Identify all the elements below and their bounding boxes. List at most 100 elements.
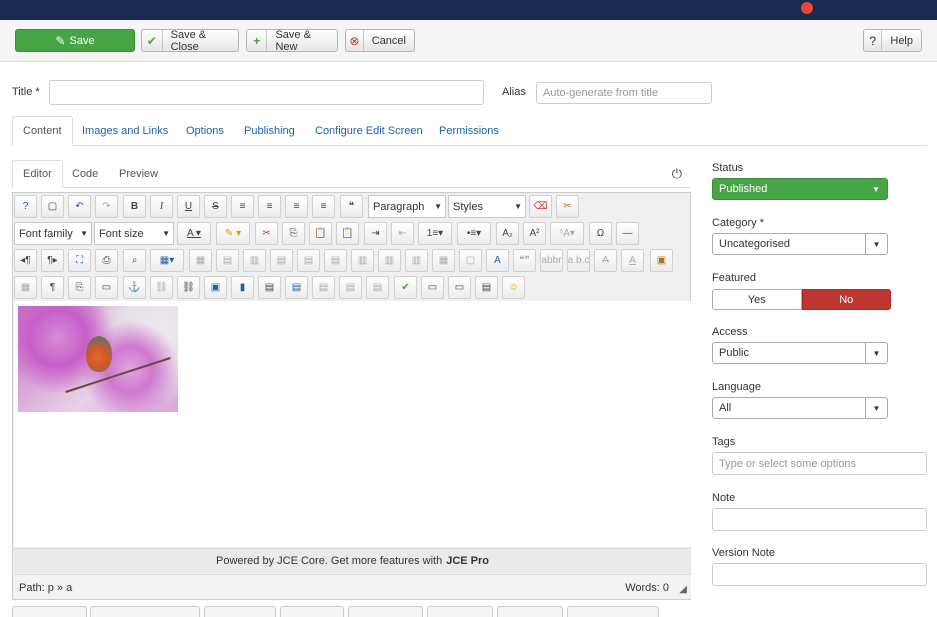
strikethrough-icon[interactable]: S (204, 195, 227, 218)
special-char-icon[interactable]: Ω (589, 222, 612, 245)
indent-icon[interactable]: ⇥ (364, 222, 387, 245)
category-select[interactable]: Uncategorised ▼ (712, 233, 888, 255)
horizontal-rule-icon[interactable]: — (616, 222, 639, 245)
attributes-icon[interactable]: ▣ (650, 249, 673, 272)
access-select[interactable]: Public ▼ (712, 342, 888, 364)
save-new-button[interactable]: + Save & New (246, 29, 338, 53)
blockquote-icon[interactable]: ❝ (340, 195, 363, 218)
language-select[interactable]: All ▼ (712, 397, 888, 419)
file-manager-icon[interactable]: ▤ (258, 276, 281, 299)
print-icon[interactable]: ⎙ (95, 249, 118, 272)
form-field-icon[interactable]: ▭ (421, 276, 444, 299)
editor-tab-preview[interactable]: Preview (109, 160, 168, 188)
tab-configure-edit-screen[interactable]: Configure Edit Screen (305, 116, 433, 146)
split-cells-icon[interactable]: ▦ (432, 249, 455, 272)
align-justify-icon[interactable]: ≡ (231, 195, 254, 218)
superscript-icon[interactable]: A² (523, 222, 546, 245)
table-props-icon[interactable]: ▦ (189, 249, 212, 272)
insert-text-icon[interactable]: A (621, 249, 644, 272)
note-input[interactable] (712, 508, 927, 531)
format-select[interactable]: Paragraph ▼ (368, 195, 446, 218)
highlight-icon[interactable]: ✎ ▾ (216, 222, 250, 245)
styles-select[interactable]: Styles ▼ (448, 195, 526, 218)
editor-tab-editor[interactable]: Editor (12, 160, 63, 188)
paste-text-icon[interactable]: 📋 (336, 222, 359, 245)
help-icon[interactable]: ? (14, 195, 37, 218)
rtl-icon[interactable]: ◂¶ (14, 249, 37, 272)
outdent-icon[interactable]: ⇤ (391, 222, 414, 245)
pagebreak-icon[interactable]: ▤ (366, 276, 389, 299)
delete-text-icon[interactable]: A (594, 249, 617, 272)
row-before-icon[interactable]: ▤ (270, 249, 293, 272)
copy-icon[interactable]: ⎘ (282, 222, 305, 245)
save-close-button[interactable]: ✔ Save & Close (141, 29, 239, 53)
save-button[interactable]: ✎ Save (15, 29, 135, 52)
fullscreen-icon[interactable]: ⛶ (68, 249, 91, 272)
editor-tab-code[interactable]: Code (62, 160, 108, 188)
visual-aid-icon[interactable]: ▦ (14, 276, 37, 299)
abbr-icon[interactable]: abbr (540, 249, 563, 272)
resize-grip-icon[interactable]: ◢ (679, 584, 687, 595)
row-after-icon[interactable]: ▤ (297, 249, 320, 272)
cite-icon[interactable]: ❝❞ (513, 249, 536, 272)
editor-extra-button[interactable] (497, 606, 563, 617)
subscript-icon[interactable]: A₂ (496, 222, 519, 245)
tab-content[interactable]: Content (12, 116, 73, 146)
editor-extra-button[interactable] (90, 606, 200, 617)
text-direction-icon[interactable]: ⁵A▾ (550, 222, 584, 245)
textarea-icon[interactable]: ▭ (448, 276, 471, 299)
help-button[interactable]: ? Help (863, 29, 922, 52)
font-size-select[interactable]: Font size ▼ (94, 222, 174, 245)
spellcheck-icon[interactable]: ✔ (394, 276, 417, 299)
merge-cells-icon[interactable]: ▢ (459, 249, 482, 272)
editor-extra-button[interactable] (280, 606, 344, 617)
anchor-icon[interactable]: ⚓ (123, 276, 146, 299)
media-icon[interactable]: ▮ (231, 276, 254, 299)
numbered-list-icon[interactable]: 1≡▾ (418, 222, 452, 245)
paste-icon[interactable]: 📋 (309, 222, 332, 245)
editor-extra-button[interactable] (348, 606, 423, 617)
editor-content-area[interactable] (14, 301, 691, 547)
robin-bird-image[interactable] (18, 306, 178, 412)
featured-yes-button[interactable]: Yes (712, 289, 802, 310)
editor-extra-button[interactable] (204, 606, 276, 617)
cut-icon[interactable]: ✂ (255, 222, 278, 245)
tab-options[interactable]: Options (176, 116, 234, 146)
editor-extra-button[interactable] (12, 606, 87, 617)
redo-icon[interactable]: ↷ (95, 195, 118, 218)
ltr-icon[interactable]: ¶▸ (41, 249, 64, 272)
editor-extra-button[interactable] (427, 606, 493, 617)
text-color-icon[interactable]: A ▾ (177, 222, 211, 245)
row-props-icon[interactable]: ▤ (216, 249, 239, 272)
new-document-icon[interactable]: ▢ (41, 195, 64, 218)
align-center-icon[interactable]: ≡ (258, 195, 281, 218)
col-after-icon[interactable]: ▥ (378, 249, 401, 272)
undo-icon[interactable]: ↶ (68, 195, 91, 218)
emoticon-icon[interactable]: ☺ (502, 276, 525, 299)
featured-no-button[interactable]: No (801, 289, 891, 310)
status-select[interactable]: Published ▼ (712, 178, 888, 200)
cancel-button[interactable]: ⊗ Cancel (345, 29, 415, 52)
cleanup-icon[interactable]: ✂ (556, 195, 579, 218)
article-icon[interactable]: ▤ (285, 276, 308, 299)
italic-icon[interactable]: I (150, 195, 173, 218)
tab-images-links[interactable]: Images and Links (72, 116, 178, 146)
version-note-input[interactable] (712, 563, 927, 586)
eraser-icon[interactable]: ⌫ (529, 195, 552, 218)
align-right-icon[interactable]: ≡ (312, 195, 335, 218)
col-before-icon[interactable]: ▥ (351, 249, 374, 272)
bullet-list-icon[interactable]: •≡▾ (457, 222, 491, 245)
table-icon[interactable]: ▦▾ (150, 249, 184, 272)
tab-permissions[interactable]: Permissions (429, 116, 509, 146)
jce-pro-link[interactable]: JCE Pro (446, 555, 489, 567)
underline-icon[interactable]: U (177, 195, 200, 218)
nonbreaking-icon[interactable]: ⎘ (68, 276, 91, 299)
source-icon[interactable]: ▤ (475, 276, 498, 299)
bold-icon[interactable]: B (123, 195, 146, 218)
styles-icon[interactable]: A (486, 249, 509, 272)
cell-props-icon[interactable]: ▥ (243, 249, 266, 272)
delete-col-icon[interactable]: ▥ (405, 249, 428, 272)
show-blocks-icon[interactable]: ¶ (41, 276, 64, 299)
tags-input[interactable]: Type or select some options (712, 452, 927, 475)
title-input[interactable] (49, 80, 484, 105)
